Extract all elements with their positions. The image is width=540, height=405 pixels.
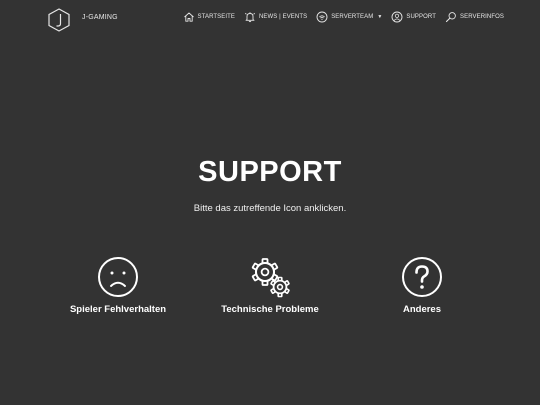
sad-face-icon <box>98 257 138 297</box>
option-label: Technische Probleme <box>221 304 319 315</box>
nav-item-serverteam[interactable]: SERVERTEAM ▼ <box>316 11 382 23</box>
brand-name[interactable]: J-GAMING <box>82 14 118 21</box>
option-anderes[interactable]: Anderes <box>342 256 502 315</box>
nav-label: SERVERINFOS <box>460 14 504 20</box>
option-spieler-fehlverhalten[interactable]: Spieler Fehlverhalten <box>38 256 198 315</box>
page-title: SUPPORT <box>198 156 342 188</box>
nav-item-support[interactable]: SUPPORT <box>391 11 436 23</box>
nav-label: STARTSEITE <box>197 14 235 20</box>
option-label: Spieler Fehlverhalten <box>69 304 167 315</box>
nav-label: SUPPORT <box>406 14 436 20</box>
nav-label: SERVERTEAM <box>331 14 374 20</box>
chevron-down-icon: ▼ <box>377 14 383 20</box>
nav-item-news-events[interactable]: NEWS | EVENTS <box>244 11 307 23</box>
wifi-badge-icon <box>316 11 328 23</box>
question-mark-icon <box>402 257 442 297</box>
nav-item-startseite[interactable]: STARTSEITE <box>183 11 235 23</box>
option-technische-probleme[interactable]: Technische Probleme <box>190 256 350 315</box>
page: J-GAMING STARTSEITE NEWS | EVENTS SERVER… <box>0 0 540 405</box>
logo-icon[interactable] <box>48 8 70 32</box>
search-icon <box>445 12 456 23</box>
main-nav: STARTSEITE NEWS | EVENTS SERVERTEAM ▼ SU… <box>183 11 504 23</box>
gears-icon <box>251 258 290 298</box>
option-label: Anderes <box>402 304 441 315</box>
nav-item-serverinfos[interactable]: SERVERINFOS <box>445 11 504 23</box>
home-icon <box>183 12 194 22</box>
bell-icon <box>244 12 256 23</box>
nav-label: NEWS | EVENTS <box>259 14 308 20</box>
page-subtitle: Bitte das zutreffende Icon anklicken. <box>193 203 347 214</box>
user-circle-icon <box>391 11 403 23</box>
